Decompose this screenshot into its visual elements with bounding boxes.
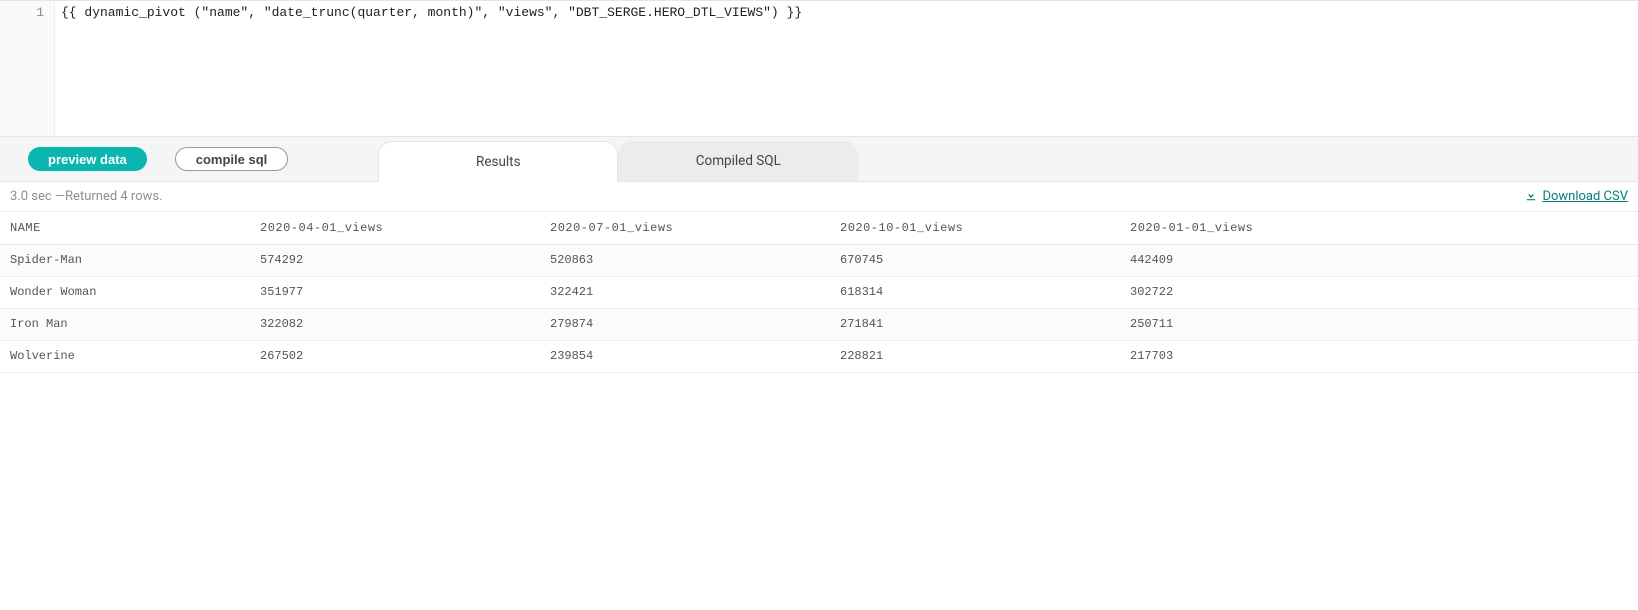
table-cell: 271841 <box>830 308 1120 340</box>
compile-sql-button[interactable]: compile sql <box>175 147 289 171</box>
code-editor[interactable]: 1 {{ dynamic_pivot ("name", "date_trunc(… <box>0 0 1638 137</box>
column-header[interactable]: 2020-01-01_views <box>1120 212 1638 244</box>
table-cell: 267502 <box>250 340 540 372</box>
results-table: NAME 2020-04-01_views 2020-07-01_views 2… <box>0 212 1638 373</box>
table-cell: 302722 <box>1120 276 1638 308</box>
download-csv-link[interactable]: Download CSV <box>1524 188 1628 206</box>
table-cell: 250711 <box>1120 308 1638 340</box>
table-cell: 520863 <box>540 244 830 276</box>
line-number: 1 <box>0 1 55 136</box>
table-cell: 618314 <box>830 276 1120 308</box>
table-cell: 442409 <box>1120 244 1638 276</box>
download-icon <box>1524 188 1538 206</box>
status-text: 3.0 sec —Returned 4 rows. <box>10 189 163 204</box>
column-header[interactable]: 2020-10-01_views <box>830 212 1120 244</box>
table-cell: 322421 <box>540 276 830 308</box>
table-header-row: NAME 2020-04-01_views 2020-07-01_views 2… <box>0 212 1638 244</box>
table-cell: 228821 <box>830 340 1120 372</box>
table-cell: 217703 <box>1120 340 1638 372</box>
column-header[interactable]: 2020-04-01_views <box>250 212 540 244</box>
tab-results[interactable]: Results <box>378 141 618 182</box>
table-cell: Wolverine <box>0 340 250 372</box>
editor-code[interactable]: {{ dynamic_pivot ("name", "date_trunc(qu… <box>55 1 1638 136</box>
preview-data-button[interactable]: preview data <box>28 147 147 171</box>
tab-compiled-sql[interactable]: Compiled SQL <box>618 141 858 181</box>
table-cell: Iron Man <box>0 308 250 340</box>
table-row[interactable]: Wonder Woman351977322421618314302722 <box>0 276 1638 308</box>
table-cell: 670745 <box>830 244 1120 276</box>
table-cell: 351977 <box>250 276 540 308</box>
column-header[interactable]: 2020-07-01_views <box>540 212 830 244</box>
status-bar: 3.0 sec —Returned 4 rows. Download CSV <box>0 182 1638 212</box>
table-cell: 574292 <box>250 244 540 276</box>
table-row[interactable]: Iron Man322082279874271841250711 <box>0 308 1638 340</box>
column-header[interactable]: NAME <box>0 212 250 244</box>
table-cell: 239854 <box>540 340 830 372</box>
table-row[interactable]: Wolverine267502239854228821217703 <box>0 340 1638 372</box>
download-csv-label: Download CSV <box>1542 189 1628 204</box>
table-cell: Spider-Man <box>0 244 250 276</box>
toolbar: preview data compile sql Results Compile… <box>0 137 1638 182</box>
tabs: Results Compiled SQL <box>378 141 858 181</box>
table-cell: 279874 <box>540 308 830 340</box>
table-cell: Wonder Woman <box>0 276 250 308</box>
table-cell: 322082 <box>250 308 540 340</box>
table-row[interactable]: Spider-Man574292520863670745442409 <box>0 244 1638 276</box>
